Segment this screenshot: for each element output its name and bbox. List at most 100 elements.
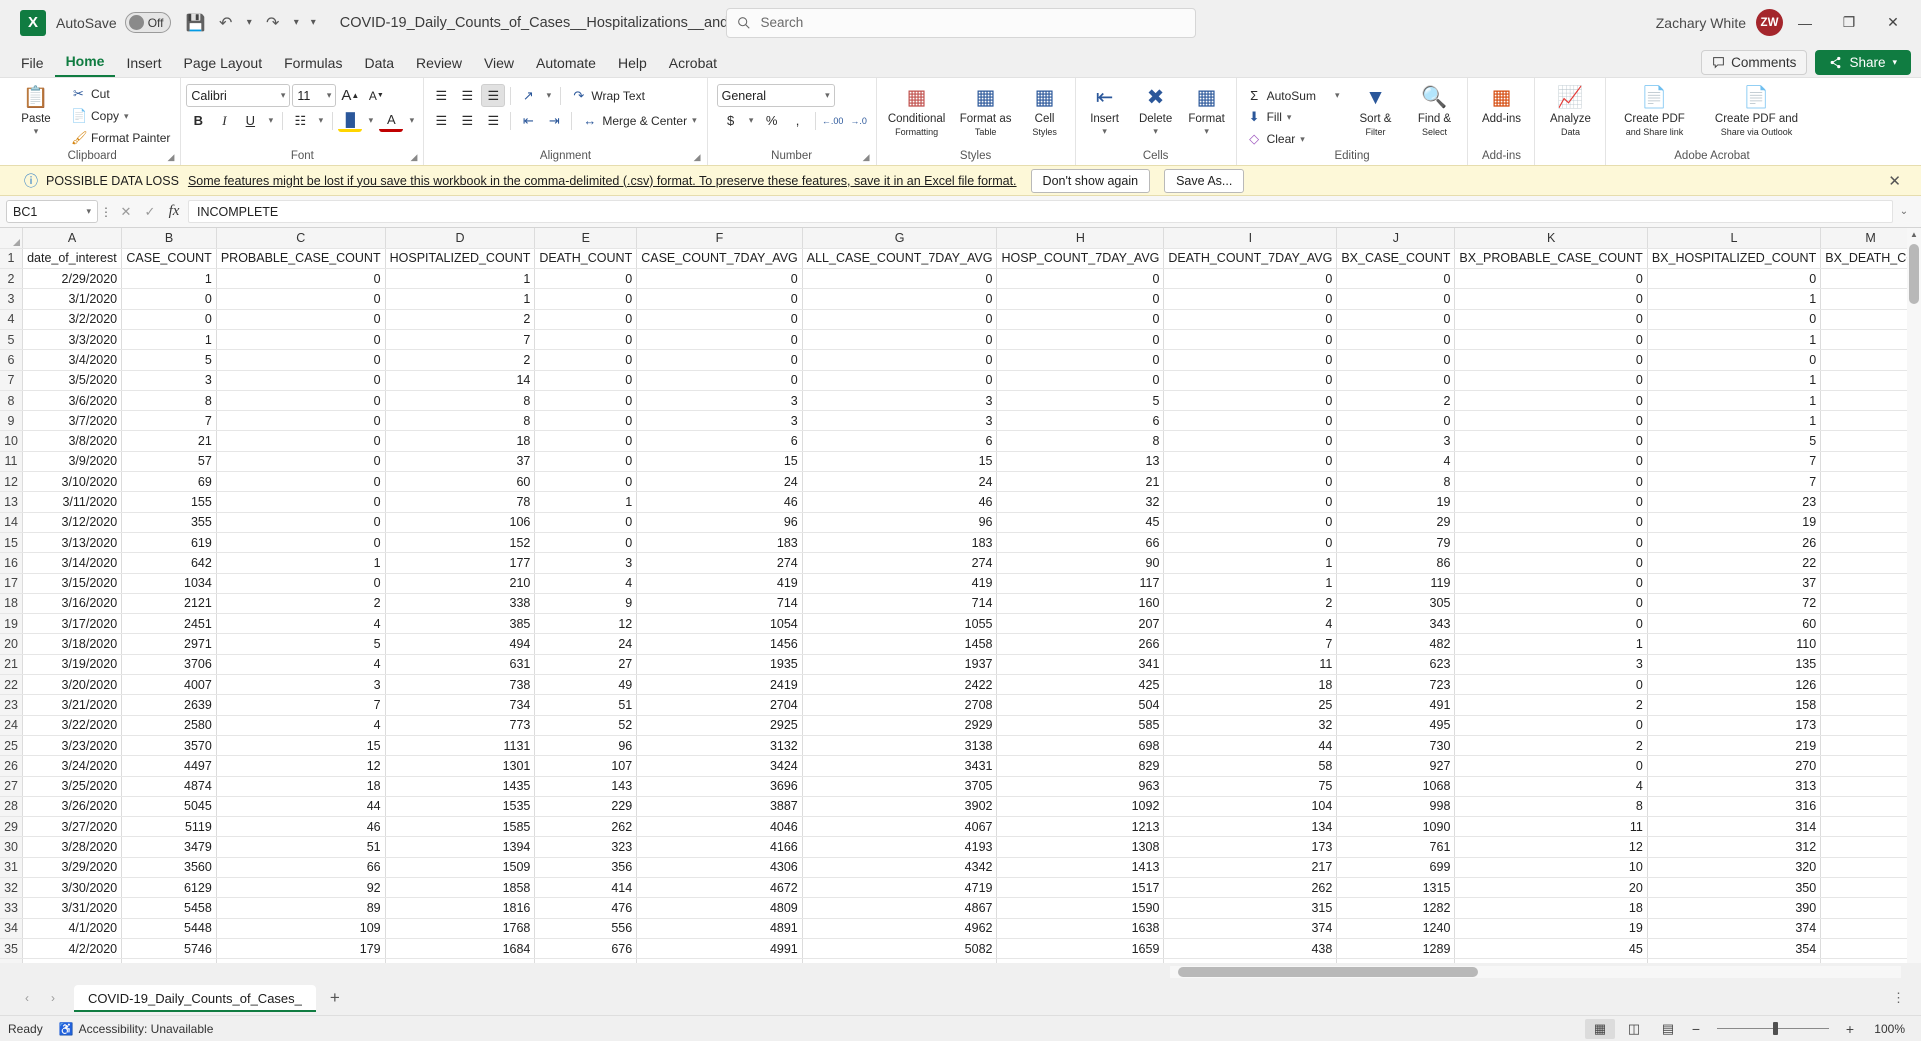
cell-D6[interactable]: 2 [385, 350, 535, 370]
cell-B8[interactable]: 8 [122, 390, 217, 410]
column-header-D[interactable]: D [385, 228, 535, 248]
cell-M4[interactable] [1821, 309, 1921, 329]
cell-C26[interactable]: 12 [216, 756, 385, 776]
table-row[interactable]: 73/5/2020301400000001 [0, 370, 1921, 390]
cell-F12[interactable]: 24 [637, 472, 803, 492]
row-header-12[interactable]: 12 [0, 472, 23, 492]
cell-J18[interactable]: 305 [1337, 593, 1455, 613]
row-header-22[interactable]: 22 [0, 675, 23, 695]
cell-K17[interactable]: 0 [1455, 573, 1647, 593]
cell-J13[interactable]: 19 [1337, 492, 1455, 512]
cell-J25[interactable]: 730 [1337, 735, 1455, 755]
table-row[interactable]: 233/21/202026397734512704270850425491215… [0, 695, 1921, 715]
redo-icon[interactable]: ↷ [258, 8, 288, 38]
cell-G36[interactable]: 5179 [802, 959, 997, 963]
cell-G34[interactable]: 4962 [802, 918, 997, 938]
cell-H25[interactable]: 698 [997, 735, 1164, 755]
table-row[interactable]: 103/8/20202101806680305 [0, 431, 1921, 451]
horizontal-scrollbar[interactable] [1170, 966, 1901, 978]
cell-C8[interactable]: 0 [216, 390, 385, 410]
share-button[interactable]: Share ▾ [1815, 50, 1911, 75]
cell-K20[interactable]: 1 [1455, 634, 1647, 654]
row-header-6[interactable]: 6 [0, 350, 23, 370]
ribbon-tab-data[interactable]: Data [353, 51, 405, 77]
cell-K16[interactable]: 0 [1455, 553, 1647, 573]
cell-L7[interactable]: 1 [1647, 370, 1820, 390]
cell-E2[interactable]: 0 [535, 269, 637, 289]
cell-M23[interactable] [1821, 695, 1921, 715]
cell-L30[interactable]: 312 [1647, 837, 1820, 857]
cell-E21[interactable]: 27 [535, 654, 637, 674]
row-header-21[interactable]: 21 [0, 654, 23, 674]
cell-L18[interactable]: 72 [1647, 593, 1820, 613]
column-header-I[interactable]: I [1164, 228, 1337, 248]
cell-L35[interactable]: 354 [1647, 938, 1820, 958]
zoom-slider-knob[interactable] [1773, 1022, 1778, 1035]
cell-M28[interactable] [1821, 796, 1921, 816]
align-left-icon[interactable]: ☰ [429, 109, 453, 132]
cell-K23[interactable]: 2 [1455, 695, 1647, 715]
cell-H14[interactable]: 45 [997, 512, 1164, 532]
row-header-18[interactable]: 18 [0, 593, 23, 613]
cell-A4[interactable]: 3/2/2020 [23, 309, 122, 329]
cell-B3[interactable]: 0 [122, 289, 217, 309]
cell-C34[interactable]: 109 [216, 918, 385, 938]
sort-filter-button[interactable]: ▼ Sort &Filter [1347, 84, 1403, 138]
cell-E26[interactable]: 107 [535, 756, 637, 776]
table-row[interactable]: 183/16/20202121233897147141602305072 [0, 593, 1921, 613]
ribbon-tab-help[interactable]: Help [607, 51, 658, 77]
cell-A25[interactable]: 3/23/2020 [23, 735, 122, 755]
cell-I16[interactable]: 1 [1164, 553, 1337, 573]
cell-E24[interactable]: 52 [535, 715, 637, 735]
row-header-30[interactable]: 30 [0, 837, 23, 857]
font-color-icon[interactable]: A [379, 109, 403, 132]
cell-G25[interactable]: 3138 [802, 735, 997, 755]
cell-F10[interactable]: 6 [637, 431, 803, 451]
cell-E22[interactable]: 49 [535, 675, 637, 695]
cell-F25[interactable]: 3132 [637, 735, 803, 755]
column-header-L[interactable]: L [1647, 228, 1820, 248]
cell-F23[interactable]: 2704 [637, 695, 803, 715]
cell-A19[interactable]: 3/17/2020 [23, 614, 122, 634]
cell-J14[interactable]: 29 [1337, 512, 1455, 532]
table-row[interactable]: 323/30/202061299218584144672471915172621… [0, 878, 1921, 898]
cell-F8[interactable]: 3 [637, 390, 803, 410]
cell-M3[interactable] [1821, 289, 1921, 309]
cell-B7[interactable]: 3 [122, 370, 217, 390]
cell-B12[interactable]: 69 [122, 472, 217, 492]
cell-K12[interactable]: 0 [1455, 472, 1647, 492]
cell-G19[interactable]: 1055 [802, 614, 997, 634]
cell-H7[interactable]: 0 [997, 370, 1164, 390]
cell-D26[interactable]: 1301 [385, 756, 535, 776]
cell-L26[interactable]: 270 [1647, 756, 1820, 776]
column-header-J[interactable]: J [1337, 228, 1455, 248]
cell-I24[interactable]: 32 [1164, 715, 1337, 735]
cell-B26[interactable]: 4497 [122, 756, 217, 776]
cell-G20[interactable]: 1458 [802, 634, 997, 654]
cell-F15[interactable]: 183 [637, 532, 803, 552]
cell-A30[interactable]: 3/28/2020 [23, 837, 122, 857]
cell-B32[interactable]: 6129 [122, 878, 217, 898]
cell-E8[interactable]: 0 [535, 390, 637, 410]
cell-H17[interactable]: 117 [997, 573, 1164, 593]
ribbon-tab-acrobat[interactable]: Acrobat [658, 51, 728, 77]
cell-D16[interactable]: 177 [385, 553, 535, 573]
cell-I33[interactable]: 315 [1164, 898, 1337, 918]
cell-C7[interactable]: 0 [216, 370, 385, 390]
cell-G4[interactable]: 0 [802, 309, 997, 329]
align-bottom-icon[interactable]: ☰ [481, 84, 505, 107]
cell-C24[interactable]: 4 [216, 715, 385, 735]
cell-J23[interactable]: 491 [1337, 695, 1455, 715]
bold-button[interactable]: B [186, 109, 210, 132]
underline-chevron-icon[interactable]: ▾ [264, 109, 277, 132]
cell-G31[interactable]: 4342 [802, 857, 997, 877]
table-row[interactable]: 263/24/202044971213011073424343182958927… [0, 756, 1921, 776]
cell-F22[interactable]: 2419 [637, 675, 803, 695]
cell-B5[interactable]: 1 [122, 329, 217, 349]
cell-D3[interactable]: 1 [385, 289, 535, 309]
sheet-tab-menu-icon[interactable]: ⋮ [1892, 990, 1905, 1006]
cell-header-A[interactable]: date_of_interest [23, 248, 122, 268]
cell-C2[interactable]: 0 [216, 269, 385, 289]
cell-D20[interactable]: 494 [385, 634, 535, 654]
cell-H13[interactable]: 32 [997, 492, 1164, 512]
